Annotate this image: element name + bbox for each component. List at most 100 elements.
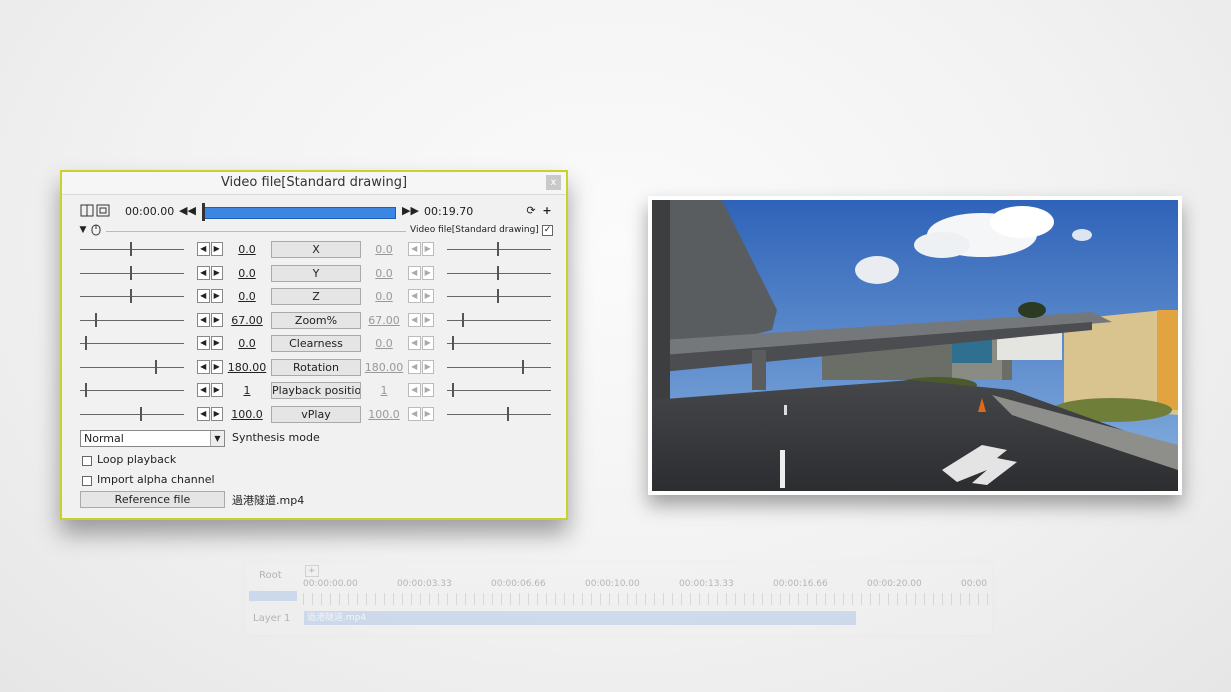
param-right-arrows[interactable]: ◀ ▶ [408,266,434,280]
arrow-left-icon[interactable]: ◀ [197,407,210,421]
slider-thumb[interactable] [85,383,87,397]
arrow-right-icon[interactable]: ▶ [421,313,434,327]
param-right-arrows[interactable]: ◀ ▶ [408,313,434,327]
refresh-icon[interactable]: ⟳ [524,204,538,217]
param-left-slider[interactable] [80,360,184,374]
slider-thumb[interactable] [85,336,87,350]
arrow-left-icon[interactable]: ◀ [408,407,421,421]
param-name-button[interactable]: Playback position [271,382,361,399]
arrow-right-icon[interactable]: ▶ [421,383,434,397]
param-left-slider[interactable] [80,289,184,303]
synthesis-mode-select[interactable]: Normal ▼ [80,430,225,447]
arrow-right-icon[interactable]: ▶ [421,289,434,303]
seekbar-handle[interactable] [202,203,205,221]
arrow-right-icon[interactable]: ▶ [421,407,434,421]
param-name-button[interactable]: Z [271,288,361,305]
param-right-value[interactable]: 0.0 [355,337,413,350]
param-left-value[interactable]: 0.0 [218,243,276,256]
param-right-slider[interactable] [447,266,551,280]
fast-forward-icon[interactable]: ▶▶ [402,204,419,217]
param-right-value[interactable]: 1 [355,384,413,397]
reference-file-button[interactable]: Reference file [80,491,225,508]
param-name-button[interactable]: Clearness [271,335,361,352]
arrow-left-icon[interactable]: ◀ [408,289,421,303]
param-left-slider[interactable] [80,383,184,397]
arrow-right-icon[interactable]: ▶ [421,266,434,280]
slider-thumb[interactable] [497,289,499,303]
param-left-value[interactable]: 67.00 [218,314,276,327]
param-right-slider[interactable] [447,336,551,350]
close-button[interactable]: x [546,175,561,190]
mouse-icon[interactable] [89,224,103,237]
param-left-slider[interactable] [80,242,184,256]
param-right-value[interactable]: 180.00 [355,361,413,374]
param-name-button[interactable]: Y [271,265,361,282]
param-right-slider[interactable] [447,407,551,421]
root-scrollbar[interactable] [249,591,297,601]
param-right-slider[interactable] [447,383,551,397]
slider-thumb[interactable] [507,407,509,421]
arrow-left-icon[interactable]: ◀ [197,313,210,327]
arrow-left-icon[interactable]: ◀ [197,360,210,374]
arrow-left-icon[interactable]: ◀ [197,266,210,280]
slider-thumb[interactable] [155,360,157,374]
slider-thumb[interactable] [130,242,132,256]
arrow-right-icon[interactable]: ▶ [421,336,434,350]
panel-titlebar[interactable]: Video file[Standard drawing] [62,172,566,195]
arrow-right-icon[interactable]: ▶ [421,242,434,256]
param-right-arrows[interactable]: ◀ ▶ [408,242,434,256]
param-right-arrows[interactable]: ◀ ▶ [408,360,434,374]
slider-thumb[interactable] [95,313,97,327]
arrow-left-icon[interactable]: ◀ [408,313,421,327]
param-right-value[interactable]: 0.0 [355,290,413,303]
slider-thumb[interactable] [462,313,464,327]
frame-icon[interactable] [96,204,110,217]
param-left-value[interactable]: 0.0 [218,267,276,280]
param-right-value[interactable]: 0.0 [355,267,413,280]
arrow-left-icon[interactable]: ◀ [197,336,210,350]
add-filter-icon[interactable]: + [540,204,554,217]
param-left-slider[interactable] [80,266,184,280]
playback-seekbar[interactable] [202,207,396,219]
param-right-arrows[interactable]: ◀ ▶ [408,383,434,397]
param-right-arrows[interactable]: ◀ ▶ [408,336,434,350]
slider-thumb[interactable] [130,266,132,280]
object-enable-checkbox[interactable]: ✓ [542,225,553,236]
import-alpha-checkbox[interactable] [82,476,92,486]
arrow-left-icon[interactable]: ◀ [197,242,210,256]
param-right-value[interactable]: 67.00 [355,314,413,327]
param-right-slider[interactable] [447,289,551,303]
arrow-left-icon[interactable]: ◀ [408,383,421,397]
param-name-button[interactable]: Zoom% [271,312,361,329]
timeline-ruler[interactable] [303,593,988,605]
arrow-left-icon[interactable]: ◀ [197,289,210,303]
arrow-left-icon[interactable]: ◀ [408,242,421,256]
param-name-button[interactable]: Rotation [271,359,361,376]
loop-playback-checkbox[interactable] [82,456,92,466]
param-left-value[interactable]: 1 [218,384,276,397]
timeline-clip[interactable]: 過港隧道.mp4 [304,611,856,625]
arrow-right-icon[interactable]: ▶ [421,360,434,374]
layer-label[interactable]: Layer 1 [253,613,290,624]
param-left-slider[interactable] [80,336,184,350]
param-left-slider[interactable] [80,313,184,327]
slider-thumb[interactable] [497,266,499,280]
slider-thumb[interactable] [130,289,132,303]
timeline-add-icon[interactable]: + [305,565,319,577]
param-right-slider[interactable] [447,313,551,327]
param-left-value[interactable]: 0.0 [218,290,276,303]
param-left-value[interactable]: 100.0 [218,408,276,421]
param-name-button[interactable]: X [271,241,361,258]
collapse-triangle-icon[interactable]: ▼ [76,224,90,237]
rewind-icon[interactable]: ◀◀ [179,204,196,217]
param-left-slider[interactable] [80,407,184,421]
param-right-arrows[interactable]: ◀ ▶ [408,407,434,421]
param-right-slider[interactable] [447,360,551,374]
arrow-left-icon[interactable]: ◀ [408,266,421,280]
slider-thumb[interactable] [140,407,142,421]
param-name-button[interactable]: vPlay [271,406,361,423]
param-left-value[interactable]: 180.00 [218,361,276,374]
slider-thumb[interactable] [452,383,454,397]
timeline-root-label[interactable]: Root [259,570,282,581]
param-right-value[interactable]: 0.0 [355,243,413,256]
